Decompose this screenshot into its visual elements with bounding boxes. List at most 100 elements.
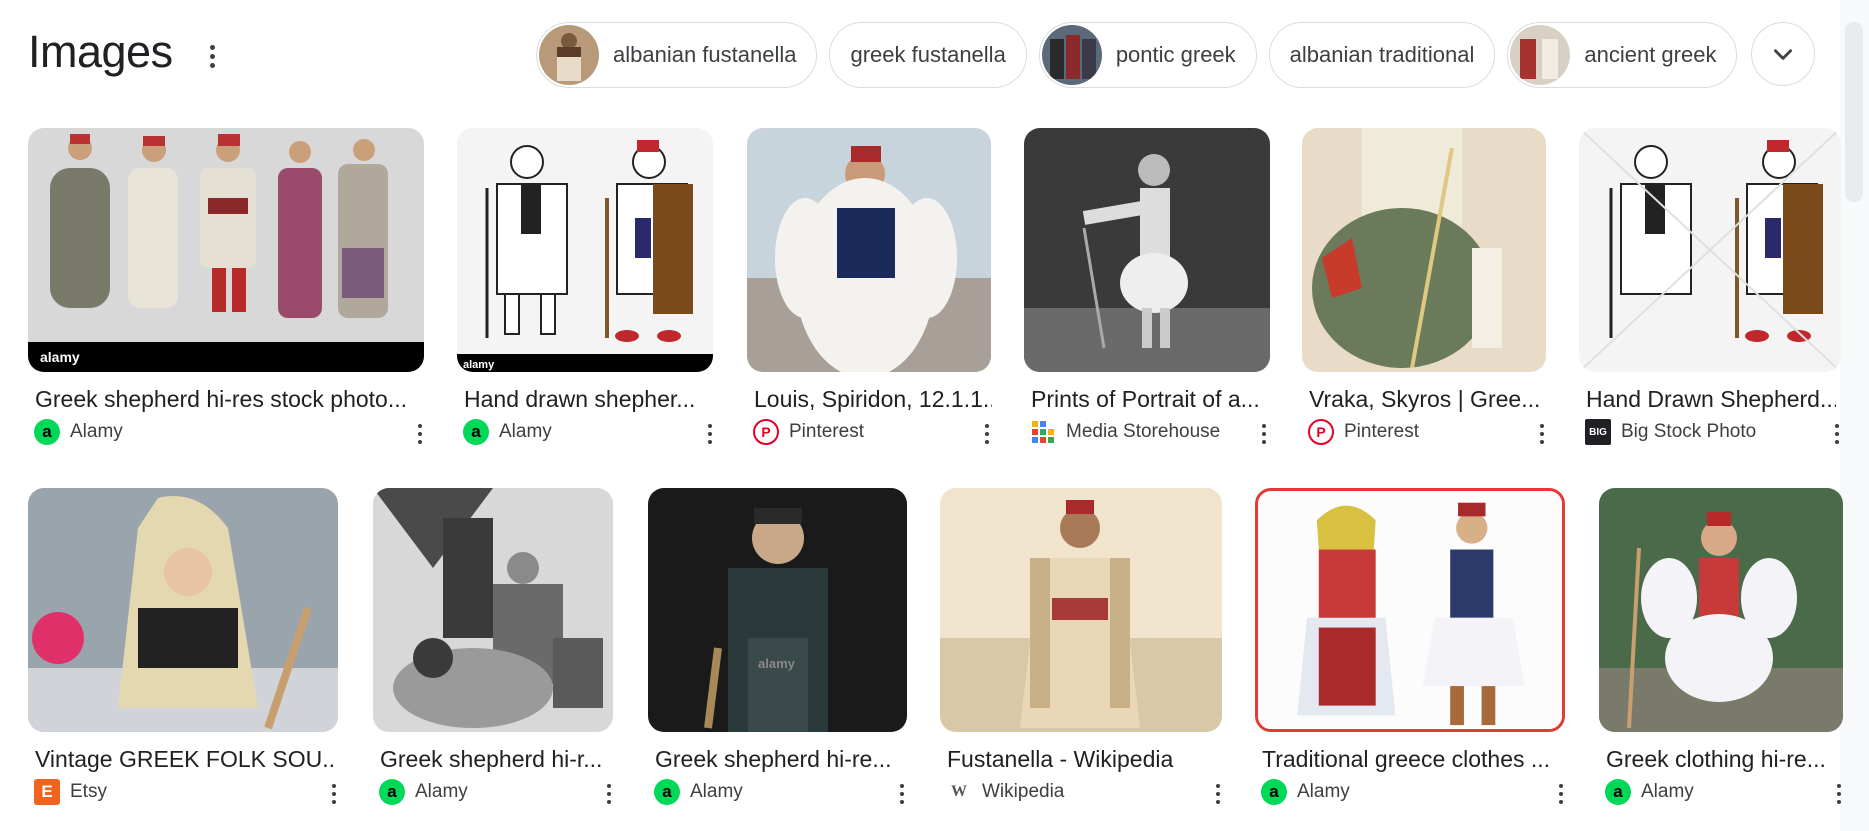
result-caption[interactable]: Traditional greece clothes ... (1262, 744, 1552, 774)
result-source[interactable]: a Alamy (654, 779, 743, 805)
pinterest-icon: P (753, 419, 779, 445)
big-stock-photo-icon: BIG (1585, 419, 1611, 445)
result-source[interactable]: a Alamy (1605, 779, 1694, 805)
result-caption[interactable]: Vraka, Skyros | Gree... (1309, 384, 1545, 414)
result-image[interactable] (1599, 488, 1843, 732)
chip-label: ancient greek (1584, 42, 1717, 67)
pinterest-icon: P (1308, 419, 1334, 445)
image-result[interactable]: Vraka, Skyros | Gree... P Pinterest (1302, 128, 1548, 458)
chevron-down-icon[interactable] (1751, 22, 1816, 86)
image-result[interactable]: alamy Hand drawn shepher... a Alamy (457, 128, 713, 458)
source-label: Etsy (70, 781, 107, 802)
source-label: Alamy (499, 421, 552, 442)
chip-label: pontic greek (1115, 42, 1236, 67)
chip-thumbnail (539, 25, 599, 85)
more-options-icon[interactable] (324, 780, 344, 808)
result-source[interactable]: P Pinterest (753, 419, 864, 445)
result-image[interactable] (1302, 128, 1546, 372)
result-source[interactable]: W Wikipedia (946, 779, 1064, 805)
image-result[interactable]: Vintage GREEK FOLK SOU... E Etsy (28, 488, 348, 818)
result-source[interactable]: Media Storehouse (1030, 419, 1220, 445)
result-image[interactable] (1024, 128, 1270, 372)
more-options-icon[interactable] (599, 780, 619, 808)
images-header: Images albanian fustanella greek fustane… (0, 0, 1869, 110)
chip-label: albanian fustanella (613, 42, 797, 67)
chip-label: greek fustanella (850, 42, 1006, 67)
image-result[interactable]: Prints of Portrait of a... Media Storeho… (1024, 128, 1270, 458)
result-caption[interactable]: Greek shepherd hi-r... (380, 744, 608, 774)
alamy-icon: a (1261, 779, 1287, 805)
chip-thumbnail (1510, 25, 1571, 85)
result-caption[interactable]: Hand Drawn Shepherd... (1586, 384, 1836, 414)
source-label: Pinterest (789, 421, 864, 442)
source-label: Pinterest (1344, 421, 1419, 442)
alamy-icon: a (463, 419, 489, 445)
chip-label: albanian traditional (1289, 42, 1475, 67)
result-caption[interactable]: Greek clothing hi-re... (1606, 744, 1830, 774)
image-result[interactable]: Louis, Spiridon, 12.1.1... P Pinterest (747, 128, 992, 458)
result-source[interactable]: BIG Big Stock Photo (1585, 419, 1756, 445)
more-options-icon[interactable] (1829, 780, 1849, 808)
result-source[interactable]: a Alamy (463, 419, 552, 445)
result-source[interactable]: a Alamy (1261, 779, 1350, 805)
image-result[interactable]: Traditional greece clothes ... a Alamy (1255, 488, 1565, 818)
alamy-icon: a (654, 779, 680, 805)
more-options-icon[interactable] (892, 780, 912, 808)
page-title: Images (28, 26, 173, 77)
more-options-icon[interactable] (1208, 780, 1228, 808)
image-result[interactable]: Fustanella - Wikipedia W Wikipedia (940, 488, 1240, 818)
more-options-icon[interactable] (1551, 780, 1571, 808)
result-image[interactable]: alamy (457, 128, 713, 372)
source-label: Media Storehouse (1066, 421, 1221, 442)
result-image[interactable] (28, 488, 338, 732)
watermark-text: alamy (40, 349, 80, 365)
source-label: Alamy (1641, 781, 1694, 802)
source-label: Wikipedia (982, 781, 1065, 802)
result-caption[interactable]: Fustanella - Wikipedia (947, 744, 1227, 774)
source-label: Big Stock Photo (1621, 421, 1757, 442)
result-image[interactable] (1579, 128, 1841, 372)
source-label: Alamy (690, 781, 743, 802)
result-source[interactable]: E Etsy (34, 779, 107, 805)
more-options-icon[interactable] (1532, 420, 1552, 448)
result-image[interactable] (747, 128, 991, 372)
watermark-text: alamy (758, 656, 796, 671)
image-result[interactable]: alamy Greek shepherd hi-re... a Alamy (648, 488, 918, 818)
chip-pontic-greek[interactable]: pontic greek (1038, 22, 1257, 88)
more-options-icon[interactable] (1254, 420, 1274, 448)
image-result[interactable]: Greek shepherd hi-r... a Alamy (373, 488, 623, 818)
result-source[interactable]: a Alamy (34, 419, 123, 445)
chip-greek-fustanella[interactable]: greek fustanella (829, 22, 1027, 88)
more-options-icon[interactable] (700, 420, 720, 448)
more-options-icon[interactable] (410, 420, 430, 448)
result-caption[interactable]: Louis, Spiridon, 12.1.1... (754, 384, 992, 414)
result-image[interactable]: alamy (28, 128, 424, 372)
image-result[interactable]: Hand Drawn Shepherd... BIG Big Stock Pho… (1579, 128, 1843, 458)
image-result[interactable]: Greek clothing hi-re... a Alamy (1599, 488, 1843, 818)
image-result[interactable]: alamy Greek shepherd hi-res stock photo.… (28, 128, 424, 458)
watermark-text: alamy (463, 359, 495, 371)
chip-thumbnail (1041, 25, 1102, 85)
more-options-icon[interactable] (200, 38, 224, 74)
result-caption[interactable]: Hand drawn shepher... (464, 384, 714, 414)
chip-albanian-fustanella[interactable]: albanian fustanella (536, 22, 818, 88)
result-image[interactable] (940, 488, 1222, 732)
source-label: Alamy (1297, 781, 1350, 802)
result-source[interactable]: P Pinterest (1308, 419, 1419, 445)
more-options-icon[interactable] (1827, 420, 1847, 448)
alamy-icon: a (379, 779, 405, 805)
alamy-icon: a (34, 419, 60, 445)
result-caption[interactable]: Greek shepherd hi-res stock photo... (35, 384, 419, 414)
result-caption[interactable]: Greek shepherd hi-re... (655, 744, 895, 774)
more-options-icon[interactable] (977, 420, 997, 448)
result-caption[interactable]: Vintage GREEK FOLK SOU... (35, 744, 335, 774)
etsy-icon: E (34, 779, 60, 805)
chip-ancient-greek[interactable]: ancient greek (1507, 22, 1738, 88)
result-image[interactable]: alamy (648, 488, 907, 732)
result-source[interactable]: a Alamy (379, 779, 468, 805)
result-image[interactable] (1255, 488, 1565, 732)
result-image[interactable] (373, 488, 613, 732)
chip-albanian-traditional[interactable]: albanian traditional (1268, 22, 1496, 88)
result-caption[interactable]: Prints of Portrait of a... (1031, 384, 1265, 414)
alamy-icon: a (1605, 779, 1631, 805)
